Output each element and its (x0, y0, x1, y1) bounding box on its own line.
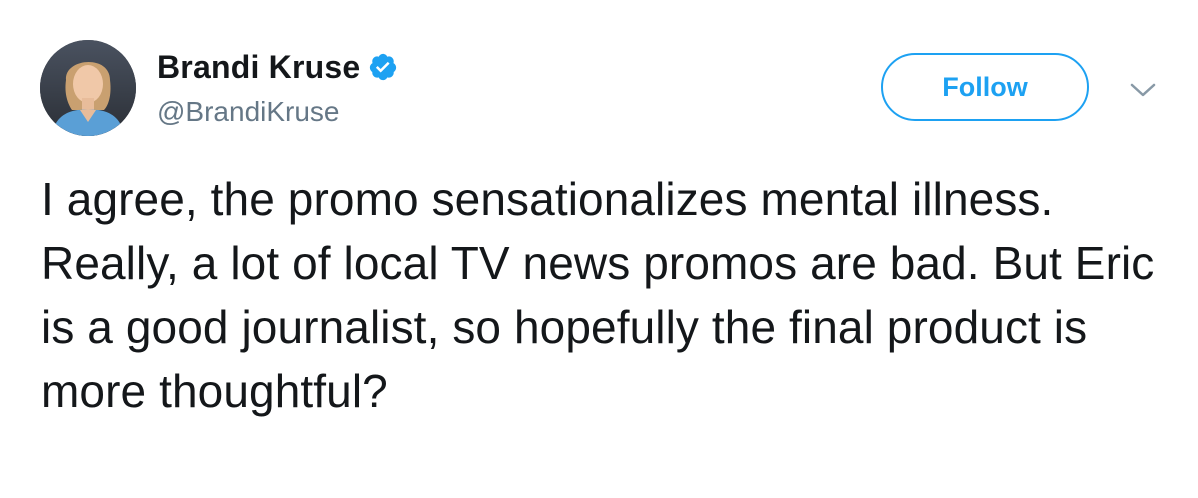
author-display-name[interactable]: Brandi Kruse (157, 49, 360, 86)
author-handle[interactable]: @BrandiKruse (157, 96, 340, 128)
profile-photo-icon (40, 40, 136, 136)
tweet-text: I agree, the promo sensationalizes menta… (41, 173, 1155, 417)
follow-button[interactable]: Follow (881, 53, 1089, 121)
chevron-down-icon[interactable] (1128, 80, 1158, 100)
avatar[interactable] (40, 40, 136, 136)
verified-badge-icon (368, 52, 398, 82)
author-name-row: Brandi Kruse (157, 47, 398, 87)
tweet-card: Brandi Kruse @BrandiKruse Follow I agree… (0, 0, 1198, 498)
